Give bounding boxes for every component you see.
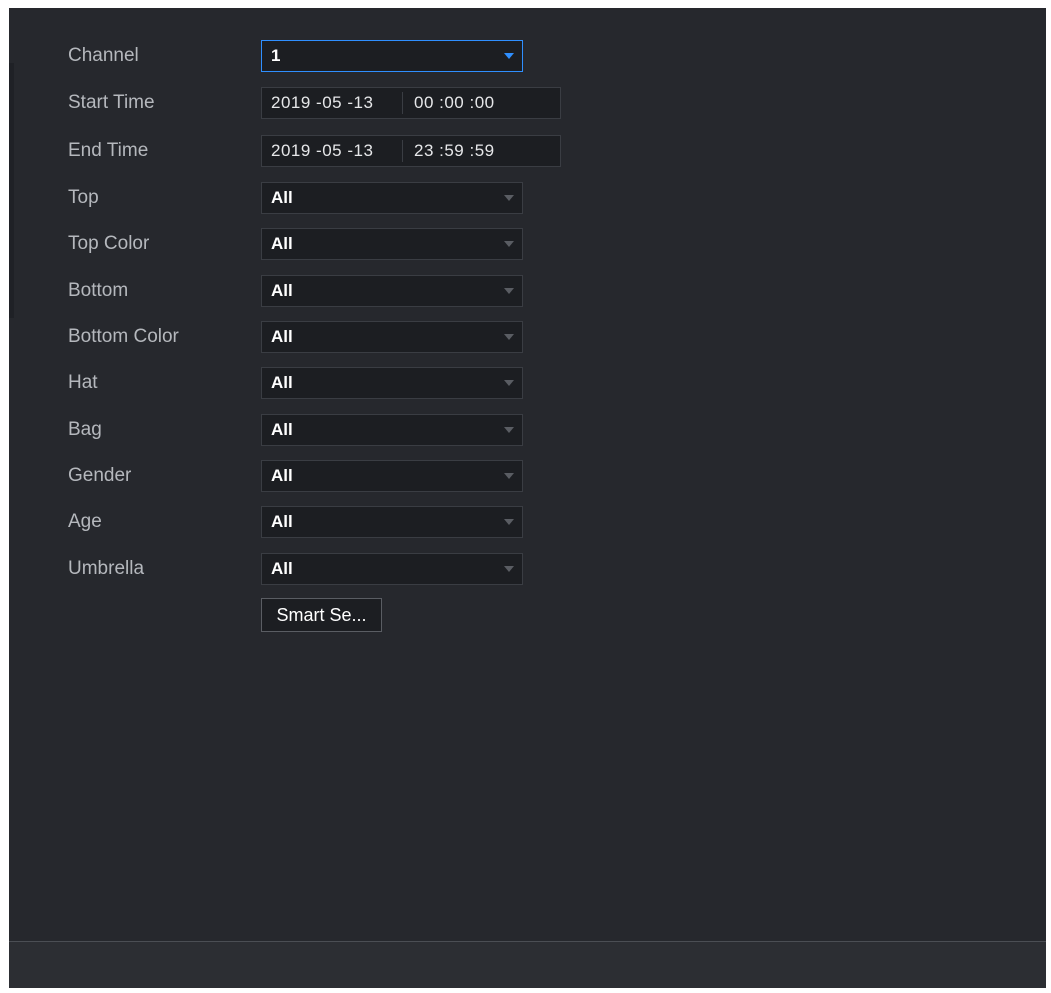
chevron-down-icon xyxy=(504,473,514,479)
top-label: Top xyxy=(68,187,99,208)
gender-select[interactable]: All xyxy=(261,460,523,492)
top-row: Top All xyxy=(9,182,1046,214)
hat-select[interactable]: All xyxy=(261,367,523,399)
chevron-down-icon xyxy=(504,427,514,433)
bottom-select[interactable]: All xyxy=(261,275,523,307)
chevron-down-icon xyxy=(504,380,514,386)
footer-bar xyxy=(9,942,1046,988)
age-row: Age All xyxy=(9,506,1046,538)
channel-label: Channel xyxy=(68,45,139,66)
bag-select[interactable]: All xyxy=(261,414,523,446)
umbrella-row: Umbrella All xyxy=(9,553,1046,585)
end-time-row: End Time 2019 -05 -13 23 :59 :59 xyxy=(9,135,1046,167)
bottom-color-label: Bottom Color xyxy=(68,326,179,347)
age-label: Age xyxy=(68,511,102,532)
start-time-label: Start Time xyxy=(68,92,155,113)
channel-select[interactable]: 1 xyxy=(261,40,523,72)
umbrella-select[interactable]: All xyxy=(261,553,523,585)
bag-label: Bag xyxy=(68,419,102,440)
umbrella-label: Umbrella xyxy=(68,558,145,579)
end-time-value[interactable]: 23 :59 :59 xyxy=(414,136,495,166)
hat-row: Hat All xyxy=(9,367,1046,399)
bag-value: All xyxy=(271,420,293,439)
smart-search-button[interactable]: Smart Se... xyxy=(261,598,382,632)
hat-label: Hat xyxy=(68,372,98,393)
chevron-down-icon xyxy=(504,53,514,59)
top-color-label: Top Color xyxy=(68,233,150,254)
end-date-value[interactable]: 2019 -05 -13 xyxy=(271,136,373,166)
top-select[interactable]: All xyxy=(261,182,523,214)
channel-row: Channel 1 xyxy=(9,40,1046,72)
bottom-label: Bottom xyxy=(68,280,129,301)
bottom-value: All xyxy=(271,281,293,300)
bottom-row: Bottom All xyxy=(9,275,1046,307)
chevron-down-icon xyxy=(504,334,514,340)
start-time-field[interactable]: 2019 -05 -13 00 :00 :00 xyxy=(261,87,561,119)
age-value: All xyxy=(271,512,293,531)
start-time-value[interactable]: 00 :00 :00 xyxy=(414,88,495,118)
chevron-down-icon xyxy=(504,288,514,294)
chevron-down-icon xyxy=(504,566,514,572)
gender-row: Gender All xyxy=(9,460,1046,492)
chevron-down-icon xyxy=(504,195,514,201)
top-color-value: All xyxy=(271,234,293,253)
channel-value: 1 xyxy=(271,46,281,65)
datetime-divider xyxy=(402,92,403,114)
start-date-value[interactable]: 2019 -05 -13 xyxy=(271,88,373,118)
gender-value: All xyxy=(271,466,293,485)
hat-value: All xyxy=(271,373,293,392)
top-value: All xyxy=(271,188,293,207)
end-time-label: End Time xyxy=(68,140,149,161)
top-color-select[interactable]: All xyxy=(261,228,523,260)
chevron-down-icon xyxy=(504,519,514,525)
smart-search-panel: Channel 1 Start Time 2019 -05 -13 00 :00… xyxy=(9,8,1046,988)
bag-row: Bag All xyxy=(9,414,1046,446)
chevron-down-icon xyxy=(504,241,514,247)
bottom-color-value: All xyxy=(271,327,293,346)
end-time-field[interactable]: 2019 -05 -13 23 :59 :59 xyxy=(261,135,561,167)
datetime-divider xyxy=(402,140,403,162)
bottom-color-row: Bottom Color All xyxy=(9,321,1046,353)
start-time-row: Start Time 2019 -05 -13 00 :00 :00 xyxy=(9,87,1046,119)
age-select[interactable]: All xyxy=(261,506,523,538)
umbrella-value: All xyxy=(271,559,293,578)
bottom-color-select[interactable]: All xyxy=(261,321,523,353)
top-color-row: Top Color All xyxy=(9,228,1046,260)
gender-label: Gender xyxy=(68,465,132,486)
